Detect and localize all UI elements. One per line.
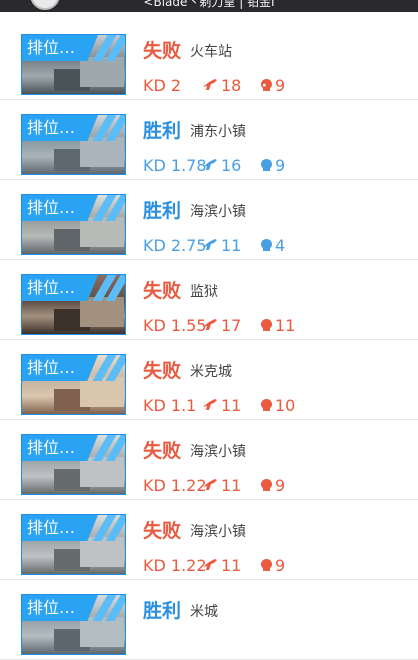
map-name: 海滨小镇 <box>190 444 246 460</box>
scene-building <box>80 137 124 167</box>
kill-count: 16 <box>221 156 242 175</box>
kd-ratio: KD 1.78 <box>143 156 207 175</box>
map-name: 米克城 <box>190 364 232 380</box>
profile-header: <Blade丶剃刀皇 | 铂金I <box>0 0 418 12</box>
map-thumbnail: 排位… <box>21 194 126 255</box>
kill-count: 17 <box>221 316 242 335</box>
death-count: 4 <box>275 236 286 255</box>
match-row[interactable]: 排位… 失败 火车站 KD 2 18 9 <box>0 20 418 100</box>
scene-building <box>80 217 124 247</box>
map-name: 监狱 <box>190 284 218 300</box>
match-row[interactable]: 排位… 失败 米克城 KD 1.1 11 10 <box>0 340 418 420</box>
death-count: 9 <box>275 156 286 175</box>
kd-ratio: KD 1.22 <box>143 476 207 495</box>
kill-count: 18 <box>221 76 242 95</box>
match-result: 失败 <box>143 520 182 542</box>
map-thumbnail: 排位… <box>21 114 126 175</box>
kd-ratio: KD 1.1 <box>143 396 197 415</box>
match-row[interactable]: 排位… 胜利 米城 <box>0 580 418 660</box>
match-result: 胜利 <box>143 600 182 622</box>
map-name: 浦东小镇 <box>190 124 246 140</box>
kill-count: 11 <box>221 236 242 255</box>
gun-icon <box>203 479 217 490</box>
gun-icon <box>203 79 217 90</box>
death-count: 9 <box>275 76 286 95</box>
scene-building <box>80 57 124 87</box>
gun-icon <box>203 559 217 570</box>
match-result: 胜利 <box>143 120 182 142</box>
map-thumbnail: 排位… <box>21 34 126 95</box>
map-name: 火车站 <box>190 44 232 60</box>
scene-building <box>80 297 124 327</box>
kd-ratio: KD 2.75 <box>143 236 207 255</box>
kill-count: 11 <box>221 556 242 575</box>
kd-ratio: KD 2 <box>143 76 182 95</box>
skull-icon <box>261 239 272 251</box>
scene-building <box>80 617 124 647</box>
match-result: 失败 <box>143 40 182 62</box>
map-name: 米城 <box>190 604 218 620</box>
kd-ratio: KD 1.22 <box>143 556 207 575</box>
map-thumbnail: 排位… <box>21 594 126 655</box>
map-name: 海滨小镇 <box>190 524 246 540</box>
scene-building <box>80 457 124 487</box>
skull-icon <box>261 319 272 331</box>
scene-building <box>80 537 124 567</box>
map-thumbnail: 排位… <box>21 274 126 335</box>
map-thumbnail: 排位… <box>21 434 126 495</box>
match-result: 胜利 <box>143 200 182 222</box>
kill-count: 11 <box>221 396 242 415</box>
match-history-list[interactable]: 排位… 失败 火车站 KD 2 18 9 排位… 胜利 浦东小镇 KD 1.78… <box>0 20 418 660</box>
ranked-badge: 排位… <box>22 355 98 381</box>
skull-icon <box>261 79 272 91</box>
map-thumbnail: 排位… <box>21 514 126 575</box>
match-row[interactable]: 排位… 胜利 海滨小镇 KD 2.75 11 4 <box>0 180 418 260</box>
skull-icon <box>261 479 272 491</box>
gun-icon <box>203 239 217 250</box>
kd-ratio: KD 1.55 <box>143 316 207 335</box>
gun-icon <box>203 319 217 330</box>
ranked-badge: 排位… <box>22 35 98 61</box>
ranked-badge: 排位… <box>22 275 98 301</box>
match-result: 失败 <box>143 360 182 382</box>
skull-icon <box>261 399 272 411</box>
ranked-badge: 排位… <box>22 115 98 141</box>
map-name: 海滨小镇 <box>190 204 246 220</box>
death-count: 9 <box>275 556 286 575</box>
ranked-badge: 排位… <box>22 515 98 541</box>
match-row[interactable]: 排位… 失败 海滨小镇 KD 1.22 11 9 <box>0 500 418 580</box>
match-row[interactable]: 排位… 失败 海滨小镇 KD 1.22 11 9 <box>0 420 418 500</box>
match-row[interactable]: 排位… 胜利 浦东小镇 KD 1.78 16 9 <box>0 100 418 180</box>
ranked-badge: 排位… <box>22 195 98 221</box>
map-thumbnail: 排位… <box>21 354 126 415</box>
player-name: <Blade丶剃刀皇 | 铂金I <box>143 0 275 9</box>
match-row[interactable]: 排位… 失败 监狱 KD 1.55 17 11 <box>0 260 418 340</box>
skull-icon <box>261 559 272 571</box>
skull-icon <box>261 159 272 171</box>
death-count: 11 <box>275 316 296 335</box>
ranked-badge: 排位… <box>22 595 98 621</box>
ranked-badge: 排位… <box>22 435 98 461</box>
death-count: 9 <box>275 476 286 495</box>
scene-building <box>80 377 124 407</box>
gun-icon <box>203 159 217 170</box>
match-result: 失败 <box>143 440 182 462</box>
match-result: 失败 <box>143 280 182 302</box>
kill-count: 11 <box>221 476 242 495</box>
gun-icon <box>203 399 217 410</box>
death-count: 10 <box>275 396 296 415</box>
